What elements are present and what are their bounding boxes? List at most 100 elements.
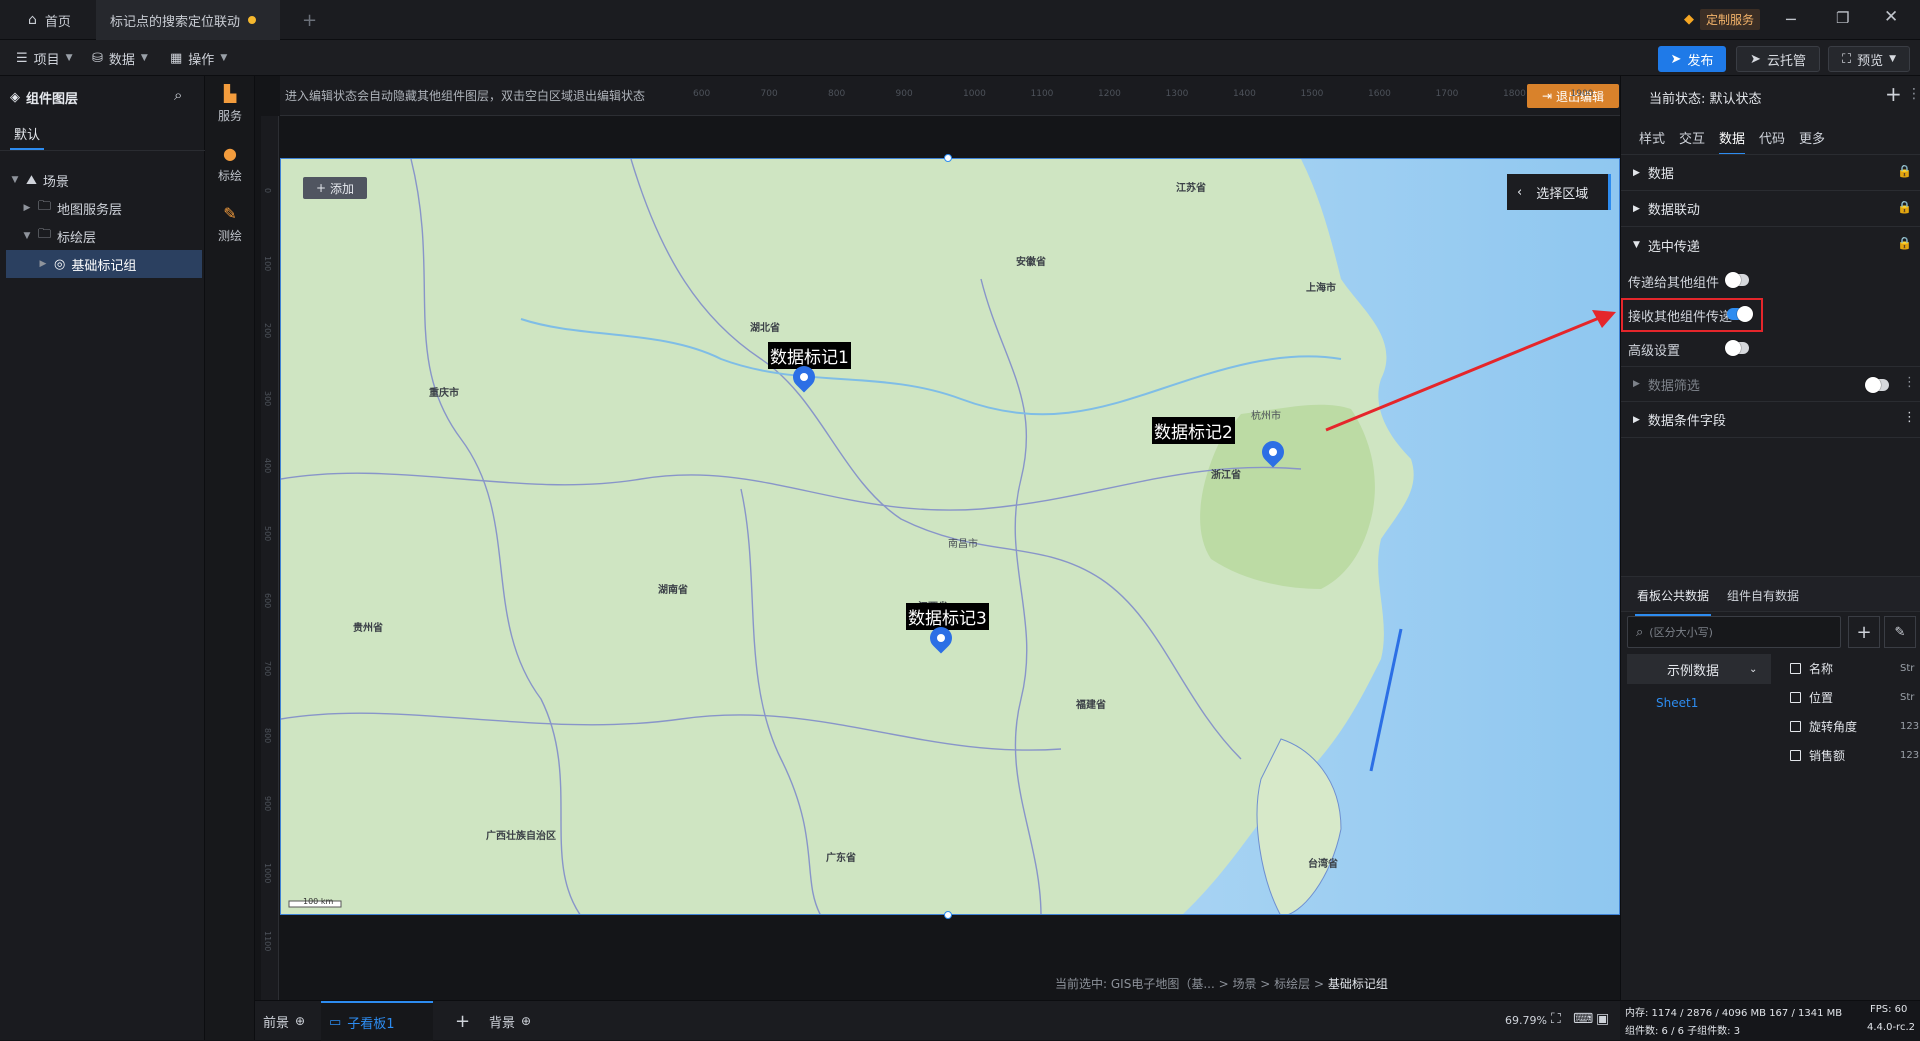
resize-handle[interactable] [944, 911, 952, 919]
tab-style[interactable]: 样式 [1639, 122, 1665, 153]
resize-handle[interactable] [944, 154, 952, 162]
tree-item-scene[interactable]: ▼ ⛰ 场景 [0, 166, 205, 194]
data-filter-toggle[interactable] [1865, 377, 1889, 393]
restore-icon[interactable]: ❐ [1836, 9, 1849, 27]
data-menu[interactable]: ⛁ 数据 ▼ [84, 45, 156, 71]
add-data-button[interactable]: + [1848, 616, 1880, 648]
cloud-hosting-button[interactable]: ➤ 云托管 [1736, 46, 1820, 72]
section-condition-fields-label: 数据条件字段 [1647, 414, 1726, 429]
tab-foreground[interactable]: 前景 ⊕ [255, 1001, 313, 1041]
more-vertical-icon[interactable]: ⋮ [1903, 410, 1916, 425]
search-icon: ⌕ [1636, 624, 1644, 640]
field-type: Str [1900, 691, 1915, 703]
tree-item-plot-layer[interactable]: ▼ 🗀 标绘层 [0, 222, 205, 250]
checkbox[interactable] [1790, 720, 1801, 732]
tab-public-data[interactable]: 看板公共数据 [1635, 577, 1712, 616]
receive-from-others-toggle[interactable] [1727, 306, 1753, 322]
zoom-level[interactable]: 69.79% [1505, 1014, 1547, 1027]
section-selection-pass[interactable]: ▼ 选中传递 🔒 [1621, 227, 1920, 263]
dataset-select[interactable]: 示例数据 ⌄ [1627, 654, 1771, 684]
section-condition-fields[interactable]: ▶ 数据条件字段 ⋮ [1621, 402, 1920, 438]
new-tab-button[interactable]: + [288, 0, 331, 40]
custom-service-button[interactable]: ◆ 定制服务 [1684, 9, 1761, 30]
section-data[interactable]: ▶ 数据 🔒 [1621, 155, 1920, 191]
service-tool-label: 服务 [217, 109, 242, 123]
field-row[interactable]: 名称 Str [1790, 654, 1920, 682]
field-row[interactable]: 销售额 123 [1790, 741, 1920, 769]
diamond-icon: ◆ [1684, 12, 1694, 27]
close-icon[interactable]: ✕ [1884, 7, 1898, 27]
tree-item-label: 地图服务层 [57, 202, 123, 218]
search-icon[interactable]: ⌕ [174, 86, 182, 104]
measure-icon: ✎ [223, 204, 237, 223]
checkbox[interactable] [1790, 662, 1801, 674]
advanced-settings-toggle[interactable] [1725, 340, 1749, 356]
checkbox[interactable] [1790, 691, 1801, 703]
tab-own-data[interactable]: 组件自有数据 [1727, 587, 1799, 604]
ruler-tick-label: 900 [263, 795, 272, 811]
plot-tool-button[interactable]: ● 标绘 [205, 136, 255, 192]
add-circle-icon[interactable]: ⊕ [295, 1014, 305, 1028]
terminal-icon[interactable]: ▣ [1596, 1011, 1609, 1027]
field-name: 位置 [1809, 690, 1834, 705]
tab-data[interactable]: 数据 [1719, 122, 1746, 155]
add-marker-button[interactable]: + 添加 [303, 177, 367, 199]
document-tab[interactable]: 标记点的搜索定位联动 [96, 0, 280, 40]
lock-icon: 🔒 [1897, 164, 1912, 178]
field-name: 名称 [1809, 661, 1834, 676]
add-circle-icon[interactable]: ⊕ [521, 1014, 531, 1028]
tree-item-map-service-layer[interactable]: ▶ 🗀 地图服务层 [0, 194, 205, 222]
publish-button[interactable]: ➤ 发布 [1658, 46, 1726, 72]
province-label: 福建省 [1076, 700, 1106, 711]
select-area-button[interactable]: ‹ 选择区域 [1507, 174, 1611, 210]
keyboard-icon[interactable]: ⌨ [1573, 1011, 1593, 1027]
field-row[interactable]: 位置 Str [1790, 683, 1920, 711]
ruler-tick-label: 1000 [963, 89, 986, 99]
pass-to-others-label: 传递给其他组件 [1628, 276, 1720, 291]
pass-to-others-toggle[interactable] [1725, 272, 1749, 288]
database-icon: ⛁ [92, 50, 103, 66]
chevron-right-icon: ▶ [1633, 167, 1640, 178]
publish-label: 发布 [1687, 53, 1714, 69]
sheet-item[interactable]: Sheet1 [1656, 696, 1698, 710]
tree-item-marker-group[interactable]: ▶ ◎ 基础标记组 [6, 250, 202, 278]
measure-tool-button[interactable]: ✎ 测绘 [205, 196, 255, 252]
province-label: 湖北省 [750, 323, 780, 334]
operate-label: 操作 [188, 52, 215, 68]
more-vertical-icon[interactable]: ⋮ [1907, 86, 1920, 102]
section-data-linkage[interactable]: ▶ 数据联动 🔒 [1621, 191, 1920, 227]
checkbox[interactable] [1790, 749, 1801, 761]
data-search-placeholder: (区分大小写) [1649, 626, 1713, 639]
select-area-label: 选择区域 [1536, 186, 1589, 202]
preview-button[interactable]: ⛶ 预览 ▼ [1828, 46, 1910, 72]
minimize-icon[interactable]: ─ [1786, 10, 1796, 29]
project-menu[interactable]: ☰ 项目 ▼ [8, 45, 81, 71]
ruler-tick-label: 1400 [1233, 89, 1256, 99]
chevron-down-icon: ▼ [140, 53, 148, 63]
tab-default[interactable]: 默认 [10, 120, 45, 150]
gis-map[interactable]: 江苏省 安徽省 湖北省 重庆市 浙江省 上海市 江西省 湖南省 贵州省 福建省 … [280, 158, 1620, 915]
tab-code[interactable]: 代码 [1759, 122, 1785, 153]
field-row[interactable]: 旋转角度 123 [1790, 712, 1920, 740]
tab-more[interactable]: 更多 [1799, 122, 1825, 153]
more-vertical-icon[interactable]: ⋮ [1903, 375, 1916, 390]
section-data-filter[interactable]: ▶ 数据筛选 ⋮ [1621, 366, 1920, 402]
tab-interaction[interactable]: 交互 [1679, 122, 1705, 153]
ruler-tick-label: 1800 [1503, 89, 1526, 99]
breadcrumb-path: 当前选中: GIS电子地图（基... > 场景 > 标绘层 > [1055, 977, 1324, 991]
add-state-button[interactable]: + [1885, 82, 1902, 106]
tab-sub-board[interactable]: ▭ 子看板1 [321, 1001, 433, 1041]
data-search-field[interactable]: ⌕ (区分大小写) [1627, 616, 1841, 648]
edit-icon[interactable]: ✎ [1884, 616, 1916, 648]
operate-menu[interactable]: ▦ 操作 ▼ [162, 45, 235, 71]
fit-screen-icon[interactable]: ⛶ [1551, 1011, 1561, 1027]
add-marker-label: 添加 [330, 181, 355, 196]
home-tab[interactable]: ⌂ 首页 [14, 0, 85, 40]
service-tool-button[interactable]: ▙ 服务 [205, 76, 255, 132]
section-selection-pass-label: 选中传递 [1647, 239, 1700, 255]
add-board-button[interactable]: + [447, 1001, 478, 1041]
tab-background[interactable]: 背景 ⊕ [481, 1001, 539, 1041]
ruler-tick-label: 400 [263, 458, 272, 474]
ruler-tick-label: 1300 [1165, 89, 1189, 99]
city-label: 杭州市 [1251, 411, 1281, 422]
